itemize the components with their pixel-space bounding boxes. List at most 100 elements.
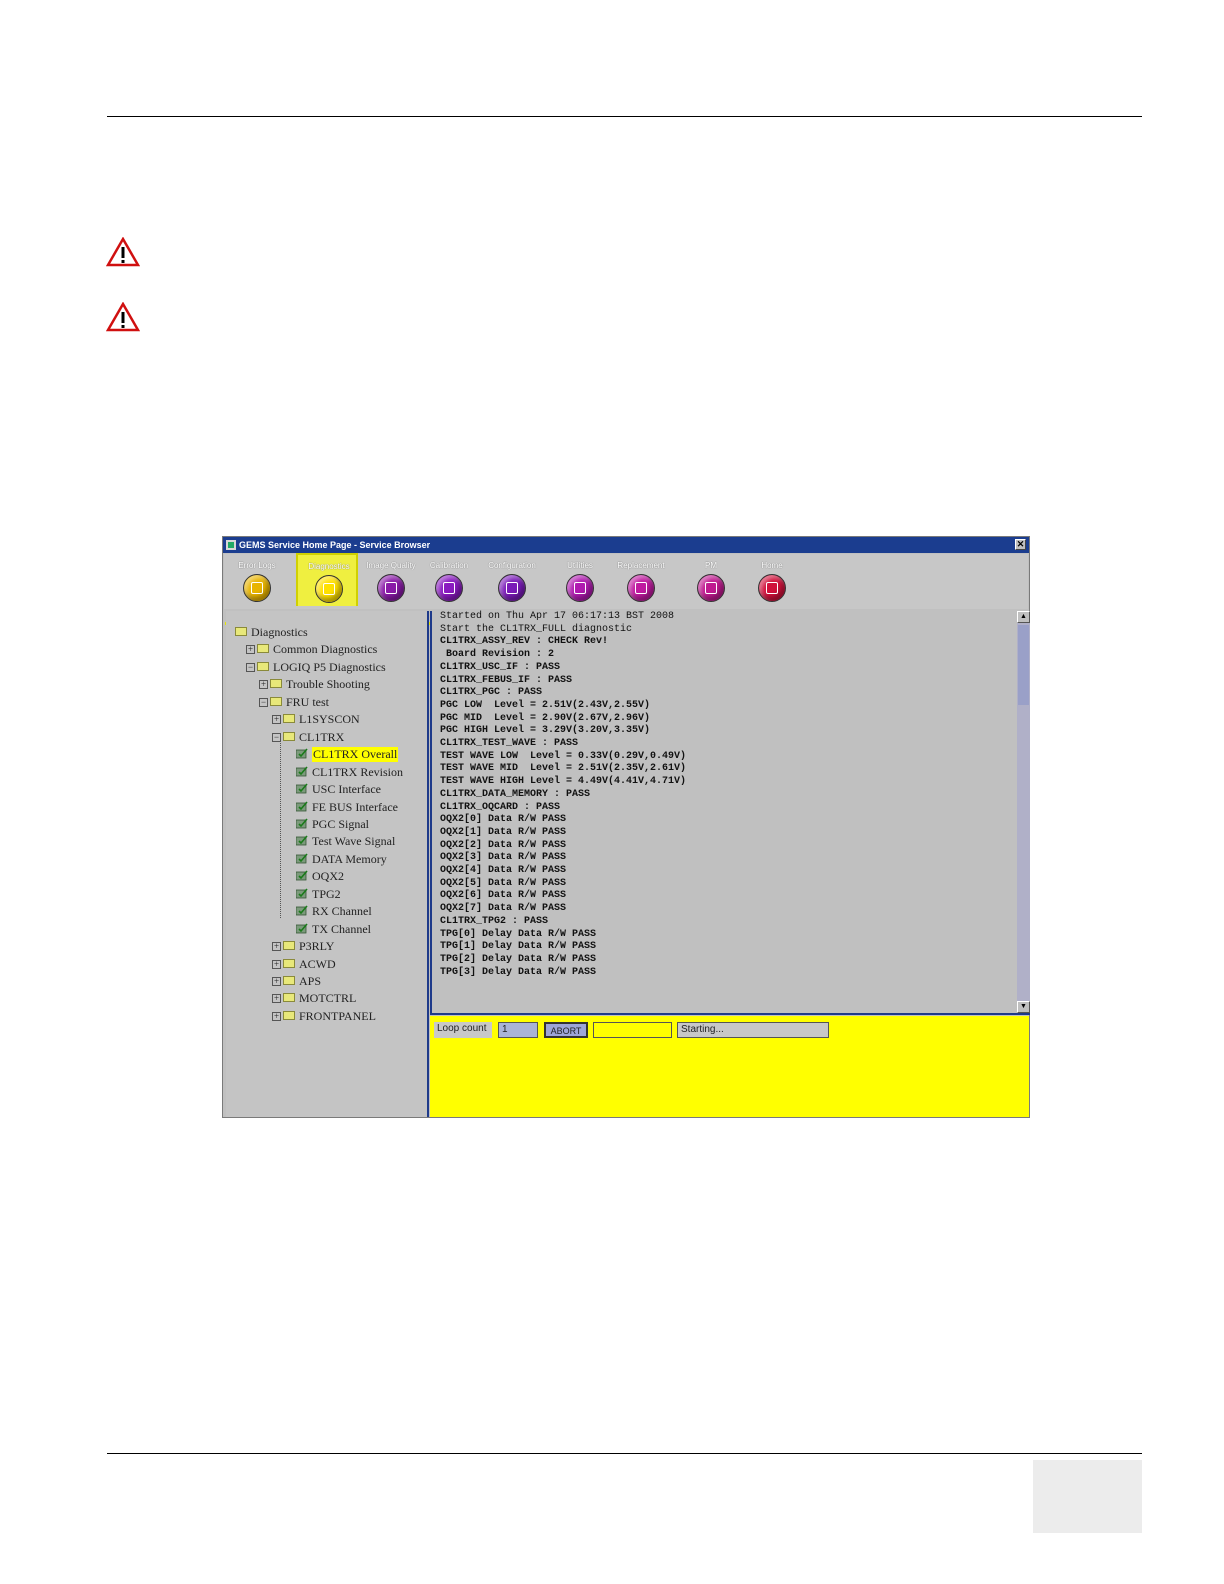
tree-item-label: APS (299, 974, 322, 988)
configuration-icon[interactable] (498, 574, 526, 602)
tree-connector (280, 743, 281, 918)
page-number-box (1033, 1460, 1142, 1533)
output-line: OQX2[1] Data R/W PASS (440, 826, 567, 838)
tree-item[interactable]: RX Channel (226, 904, 426, 920)
tab-home[interactable]: Home (741, 554, 803, 604)
scroll-down-icon[interactable]: ▼ (1017, 1001, 1030, 1013)
tree-item[interactable]: + ACWD (226, 957, 426, 973)
tree-item[interactable]: TX Channel (226, 922, 426, 938)
output-line: OQX2[3] Data R/W PASS (440, 852, 567, 864)
tree-item[interactable]: − LOGIQ P5 Diagnostics (226, 660, 426, 676)
folder-icon (283, 941, 295, 951)
tree-item-label: Trouble Shooting (286, 677, 370, 692)
expand-icon[interactable]: + (272, 1011, 281, 1021)
tree-item-label: L1SYSCON (299, 712, 360, 727)
tab-image-quality[interactable]: Image Quality (360, 554, 422, 604)
test-icon (296, 800, 308, 811)
close-button[interactable]: ✕ (1015, 539, 1026, 550)
tree-item[interactable]: + FRONTPANEL (226, 1009, 426, 1025)
home-icon[interactable] (758, 574, 786, 602)
tree-item-label: Diagnostics (251, 625, 308, 639)
home-icon-glyph (766, 582, 778, 594)
expand-icon[interactable]: + (272, 942, 281, 952)
configuration-icon-glyph (506, 582, 518, 594)
image-quality-icon-glyph (385, 582, 397, 594)
tab-error-logs[interactable]: Error Logs (226, 554, 288, 604)
error-logs-icon[interactable] (243, 574, 271, 602)
utilities-icon[interactable] (566, 574, 594, 602)
tree-item[interactable]: DATA Memory (226, 852, 426, 868)
collapse-icon[interactable]: − (246, 662, 255, 672)
tree-item[interactable]: − CL1TRX (226, 730, 426, 746)
pm-icon[interactable] (697, 574, 725, 602)
tree-item[interactable]: + Trouble Shooting (226, 677, 426, 693)
folder-icon (283, 993, 295, 1003)
collapse-icon[interactable]: − (259, 697, 268, 707)
abort-button[interactable]: ABORT (544, 1022, 588, 1038)
diagnostic-output: Started on Thu Apr 17 06:17:13 BST 2008 S… (430, 611, 1030, 1015)
output-line: OQX2[7] Data R/W PASS (440, 903, 567, 915)
tree-item-label: PGC Signal (312, 816, 370, 831)
expand-icon[interactable]: + (272, 715, 281, 725)
tab-diagnostics[interactable]: Diagnostics (296, 553, 358, 606)
expand-icon[interactable]: + (272, 994, 281, 1004)
test-icon (296, 853, 308, 864)
tab-calibration[interactable]: Calibration (418, 554, 480, 604)
folder-icon (257, 644, 269, 654)
tree-item[interactable]: USC Interface (226, 782, 426, 798)
loop-count-input[interactable]: 1 (498, 1022, 538, 1038)
tree-item[interactable]: + Common Diagnostics (226, 642, 426, 658)
tree-item-label: FRONTPANEL (299, 1008, 376, 1023)
tree-item[interactable]: PGC Signal (226, 817, 426, 833)
tree-item-label: DATA Memory (312, 851, 387, 866)
output-line: Started on Thu Apr 17 06:17:13 BST 2008 (440, 611, 675, 622)
scroll-up-icon[interactable]: ▲ (1017, 611, 1030, 623)
collapse-icon[interactable]: − (272, 732, 281, 742)
tab-label: Utilities (567, 561, 593, 570)
tab-label: Error Logs (238, 561, 276, 570)
test-icon (296, 748, 308, 759)
warning-icon (106, 237, 140, 267)
tree-item-label: P3RLY (299, 939, 335, 954)
output-line: CL1TRX_PGC : PASS (440, 687, 543, 699)
tree-item-label: FE BUS Interface (312, 799, 398, 814)
tree-item[interactable]: + APS (226, 974, 426, 990)
header-rule (107, 116, 1142, 117)
folder-open-icon (257, 661, 269, 671)
tree-item[interactable]: CL1TRX Revision (226, 765, 426, 781)
expand-icon[interactable]: + (246, 645, 255, 655)
diagnostics-icon[interactable] (315, 575, 343, 603)
expand-icon[interactable]: + (272, 959, 281, 969)
folder-icon (283, 1010, 295, 1020)
tree-item[interactable]: + P3RLY (226, 939, 426, 955)
output-line: TEST WAVE MID Level = 2.51V(2.35V,2.61V) (440, 763, 687, 775)
folder-icon (283, 958, 295, 968)
output-line: CL1TRX_TEST_WAVE : PASS (440, 738, 579, 750)
output-line: OQX2[0] Data R/W PASS (440, 814, 567, 826)
test-icon (296, 905, 308, 916)
tree-item[interactable]: TPG2 (226, 887, 426, 903)
tab-configuration[interactable]: Configuration (481, 554, 543, 604)
expand-icon[interactable]: + (272, 977, 281, 986)
tab-replacement[interactable]: Replacement (610, 554, 672, 604)
image-quality-icon[interactable] (377, 574, 405, 602)
output-line: CL1TRX_FEBUS_IF : PASS (440, 674, 573, 686)
tree-item[interactable]: Test Wave Signal (226, 834, 426, 850)
warning-icon (106, 302, 140, 332)
replacement-icon[interactable] (627, 574, 655, 602)
output-line: OQX2[6] Data R/W PASS (440, 890, 567, 902)
tree-item[interactable]: OQX2 (226, 869, 426, 885)
expand-icon[interactable]: + (259, 680, 268, 690)
calibration-icon[interactable] (435, 574, 463, 602)
tree-item[interactable]: − FRU test (226, 695, 426, 711)
tree-item[interactable]: + MOTCTRL (226, 991, 426, 1007)
output-scrollbar[interactable]: ▲ ▼ (1017, 611, 1030, 1013)
tab-pm[interactable]: PM (680, 554, 742, 604)
tab-utilities[interactable]: Utilities (549, 554, 611, 604)
tree-item[interactable]: FE BUS Interface (226, 800, 426, 816)
tree-item[interactable]: Diagnostics (226, 625, 426, 641)
tree-item[interactable]: CL1TRX Overall (226, 747, 426, 763)
error-logs-icon-glyph (251, 582, 263, 594)
tree-item[interactable]: + L1SYSCON (226, 712, 426, 728)
scroll-thumb[interactable] (1018, 625, 1029, 705)
